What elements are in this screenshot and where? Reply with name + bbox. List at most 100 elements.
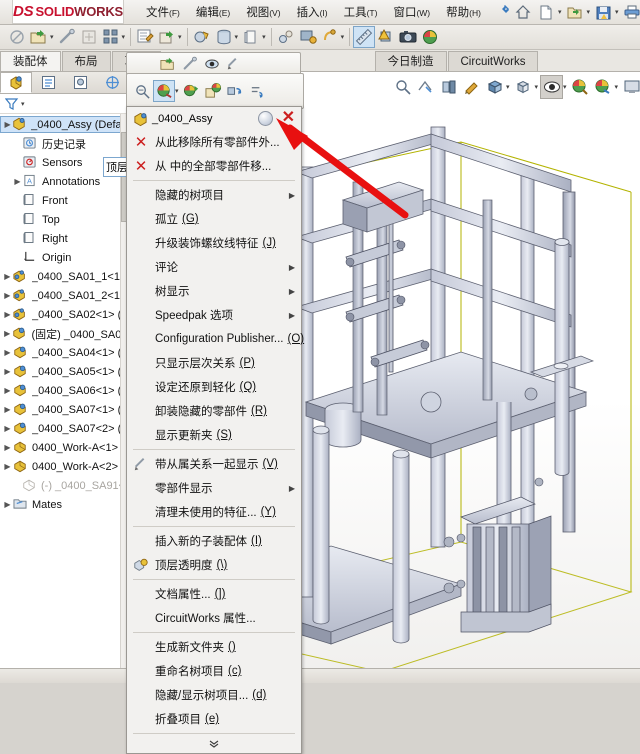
- capture-screenshot-icon[interactable]: [397, 26, 419, 48]
- property-manager-icon[interactable]: [32, 72, 64, 93]
- display-style-caret[interactable]: ▾: [535, 83, 539, 91]
- measure-icon[interactable]: [353, 26, 375, 48]
- context-menu-item[interactable]: 文档属性...(]): [127, 582, 301, 606]
- configuration-manager-icon[interactable]: [64, 72, 96, 93]
- view-orientation-caret[interactable]: ▾: [506, 83, 510, 91]
- tree-expand-arrow-icon[interactable]: ▶: [12, 177, 23, 186]
- tree-expand-arrow-icon[interactable]: ▶: [2, 272, 13, 281]
- edit-component-icon[interactable]: [6, 26, 28, 48]
- tree-expand-arrow-icon[interactable]: ▶: [3, 120, 12, 129]
- tree-expand-arrow-icon[interactable]: ▶: [2, 367, 13, 376]
- tree-expand-arrow-icon[interactable]: ▶: [2, 462, 13, 471]
- bom-caret[interactable]: ▾: [262, 33, 266, 41]
- tree-item[interactable]: ▶0400_Work-A<2> (: [0, 457, 129, 476]
- tree-item[interactable]: ▶_0400_SA07<2> (D: [0, 419, 129, 438]
- tab-circuitworks[interactable]: CircuitWorks: [448, 51, 539, 71]
- tree-expand-arrow-icon[interactable]: ▶: [2, 310, 13, 319]
- context-menu-item[interactable]: 升级装饰螺纹线特征(J): [127, 231, 301, 255]
- tree-item[interactable]: Top: [0, 210, 129, 229]
- menu-help[interactable]: 帮助(H): [438, 2, 489, 22]
- transparency-caret[interactable]: ▾: [175, 87, 179, 95]
- submenu-arrow-icon[interactable]: ▶: [289, 263, 295, 272]
- zoom-to-area-icon[interactable]: [414, 75, 437, 99]
- motion-study-caret[interactable]: ▾: [235, 33, 239, 41]
- tree-item[interactable]: (-) _0400_SA91<1>: [0, 476, 129, 495]
- tree-item[interactable]: 历史记录: [0, 134, 129, 153]
- tree-expand-arrow-icon[interactable]: ▶: [2, 329, 12, 338]
- context-menu-item[interactable]: 生成新文件夹(): [127, 635, 301, 659]
- reference-geometry-2-icon[interactable]: [319, 26, 341, 48]
- new-motion-study-icon[interactable]: [213, 26, 235, 48]
- menu-edit[interactable]: 编辑(E): [188, 2, 238, 22]
- filter-caret-icon[interactable]: ▾: [21, 100, 25, 108]
- tree-item[interactable]: ▶(固定) _0400_SA03<: [0, 324, 129, 343]
- context-menu-item[interactable]: 显示更新夹(S): [127, 423, 301, 447]
- context-menu-item[interactable]: 重命名树项目(c): [127, 659, 301, 683]
- feature-tree[interactable]: ▶_0400_Assy (Default<D历史记录Sensors▶AAnnot…: [0, 114, 129, 667]
- menu-window[interactable]: 窗口(W): [385, 2, 438, 22]
- zoom-selection-icon[interactable]: [131, 80, 153, 102]
- menu-tools[interactable]: 工具(T): [336, 2, 386, 22]
- context-menu-item[interactable]: 清理未使用的特征...(Y): [127, 500, 301, 524]
- tab-manufacture-today[interactable]: 今日制造: [375, 51, 447, 71]
- tree-item[interactable]: ▶_0400_SA01_2<1> (: [0, 286, 129, 305]
- featuremanager-tree-icon[interactable]: [0, 72, 32, 93]
- interference-detection-icon[interactable]: [375, 26, 397, 48]
- context-menu-item[interactable]: 只显示层次关系(P): [127, 351, 301, 375]
- reference-geometry-icon[interactable]: [191, 26, 213, 48]
- new-document-icon[interactable]: [536, 2, 557, 23]
- tree-item[interactable]: ▶Mates: [0, 495, 129, 514]
- tree-expand-arrow-icon[interactable]: ▶: [2, 443, 13, 452]
- zoom-to-fit-icon[interactable]: [391, 75, 414, 99]
- tab-assembly[interactable]: 装配体: [0, 51, 61, 71]
- open-document-icon[interactable]: [564, 2, 585, 23]
- submenu-arrow-icon[interactable]: ▶: [289, 311, 295, 320]
- hide-show-caret[interactable]: ▾: [563, 83, 567, 91]
- tree-expand-arrow-icon[interactable]: ▶: [2, 405, 13, 414]
- tree-item[interactable]: ▶_0400_SA06<1> (D: [0, 381, 129, 400]
- submenu-arrow-icon[interactable]: ▶: [289, 287, 295, 296]
- isolate-icon[interactable]: [225, 80, 247, 102]
- context-menu-item[interactable]: 树显示▶: [127, 279, 301, 303]
- tree-item[interactable]: ▶_0400_SA07<1> (D: [0, 400, 129, 419]
- assembly-features-icon[interactable]: [156, 26, 178, 48]
- pushpin-icon[interactable]: [499, 2, 512, 22]
- rebuild-icon[interactable]: [247, 80, 269, 102]
- context-menu-item[interactable]: CircuitWorks 属性...: [127, 606, 301, 630]
- hide-show-items-icon[interactable]: [540, 75, 563, 99]
- linear-component-pattern-icon[interactable]: [100, 26, 122, 48]
- insert-components-icon[interactable]: [28, 26, 50, 48]
- tab-layout[interactable]: 布局: [62, 51, 111, 71]
- tree-item[interactable]: Origin: [0, 248, 129, 267]
- new-document-dropdown-caret[interactable]: ▾: [558, 8, 562, 16]
- context-menu-item[interactable]: 插入新的子装配体(I): [127, 529, 301, 553]
- display-manager-icon[interactable]: [96, 72, 128, 93]
- context-menu-item[interactable]: 带从属关系一起显示(V): [127, 452, 301, 476]
- tree-expand-arrow-icon[interactable]: ▶: [2, 348, 13, 357]
- display-style-icon[interactable]: [512, 75, 535, 99]
- print-icon[interactable]: [622, 2, 640, 23]
- mate-icon[interactable]: [56, 26, 78, 48]
- tree-item[interactable]: ▶_0400_Assy (Default<D: [0, 116, 129, 133]
- circuitworks-icon[interactable]: [419, 26, 441, 48]
- appearance-icon[interactable]: [181, 80, 203, 102]
- edit-appearance-icon[interactable]: [460, 75, 483, 99]
- menu-view[interactable]: 视图(V): [238, 2, 288, 22]
- open-document-dropdown-caret[interactable]: ▾: [586, 8, 590, 16]
- context-menu-item[interactable]: 零部件显示▶: [127, 476, 301, 500]
- tree-item[interactable]: ▶_0400_SA01_1<1> (: [0, 267, 129, 286]
- context-menu-item[interactable]: Configuration Publisher...(O): [127, 327, 301, 351]
- section-view-icon[interactable]: [437, 75, 460, 99]
- chevron-expand-icon[interactable]: [127, 736, 301, 752]
- tree-expand-arrow-icon[interactable]: ▶: [2, 291, 13, 300]
- home-icon[interactable]: [513, 2, 534, 23]
- insert-components-icon[interactable]: [157, 53, 179, 75]
- apply-scene-icon[interactable]: [569, 75, 592, 99]
- tree-expand-arrow-icon[interactable]: ▶: [2, 386, 13, 395]
- context-menu-item[interactable]: 折叠项目(e): [127, 707, 301, 731]
- submenu-arrow-icon[interactable]: ▶: [289, 484, 295, 493]
- exploded-view-icon[interactable]: [275, 26, 297, 48]
- tree-item[interactable]: ▶0400_Work-A<1> (: [0, 438, 129, 457]
- context-menu-item[interactable]: 顶层透明度(\): [127, 553, 301, 577]
- save-icon[interactable]: [593, 2, 614, 23]
